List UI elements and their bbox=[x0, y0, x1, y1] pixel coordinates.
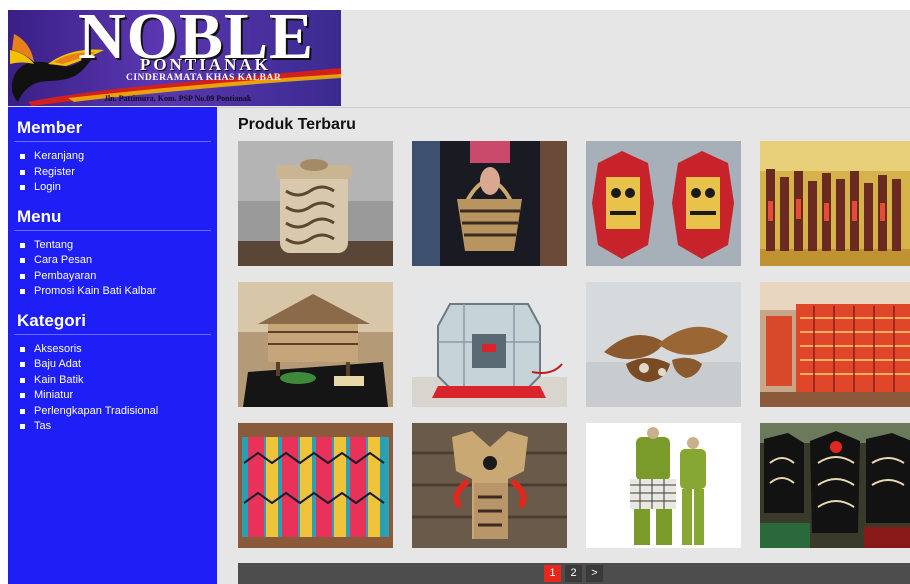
product-image bbox=[412, 423, 567, 548]
sidebar: Member Keranjang Register Login Menu Ten… bbox=[8, 107, 217, 584]
bullet-icon bbox=[20, 408, 25, 414]
sidebar-item-baju-adat[interactable]: Baju Adat bbox=[20, 357, 217, 373]
bullet-icon bbox=[20, 273, 25, 279]
sidebar-item-label[interactable]: Register bbox=[34, 165, 75, 181]
sidebar-item-tas[interactable]: Tas bbox=[20, 419, 217, 435]
product-image bbox=[586, 423, 741, 548]
sidebar-item-miniatur[interactable]: Miniatur bbox=[20, 388, 217, 404]
product-grid bbox=[238, 141, 910, 549]
product-image bbox=[586, 282, 741, 407]
product-image bbox=[586, 141, 741, 266]
product-thumbnail-beaded-vest[interactable] bbox=[412, 423, 567, 548]
bullet-icon bbox=[20, 362, 25, 368]
category-menu: Aksesoris Baju Adat Kain Batik Miniatur … bbox=[8, 342, 217, 435]
sidebar-item-aksesoris[interactable]: Aksesoris bbox=[20, 342, 217, 358]
sidebar-item-cara-pesan[interactable]: Cara Pesan bbox=[20, 253, 217, 269]
logo-address: Jln. Pattimura, Kom. PSP No.09 Pontianak bbox=[104, 94, 252, 103]
logo-tagline: CINDERAMATA KHAS KALBAR bbox=[126, 73, 282, 83]
product-image bbox=[760, 423, 910, 548]
divider bbox=[14, 141, 211, 142]
sidebar-item-label[interactable]: Promosi Kain Bati Kalbar bbox=[34, 284, 156, 300]
sidebar-item-perlengkapan[interactable]: Perlengkapan Tradisional bbox=[20, 404, 217, 420]
sidebar-item-keranjang[interactable]: Keranjang bbox=[20, 149, 217, 165]
product-image bbox=[412, 282, 567, 407]
product-thumbnail-shields[interactable] bbox=[586, 141, 741, 266]
sidebar-item-label[interactable]: Aksesoris bbox=[34, 342, 82, 358]
bullet-icon bbox=[20, 377, 25, 383]
product-image bbox=[238, 141, 393, 266]
product-thumbnail-dayak-costumes[interactable] bbox=[760, 423, 910, 548]
bullet-icon bbox=[20, 424, 25, 430]
bullet-icon bbox=[20, 393, 25, 399]
product-image bbox=[238, 282, 393, 407]
page-title: Produk Terbaru bbox=[238, 116, 356, 133]
bullet-icon bbox=[20, 185, 25, 191]
product-thumbnail-green-outfits[interactable] bbox=[586, 423, 741, 548]
sidebar-item-label[interactable]: Baju Adat bbox=[34, 357, 81, 373]
sidebar-item-label[interactable]: Keranjang bbox=[34, 149, 84, 165]
product-image bbox=[760, 282, 910, 407]
sidebar-item-pembayaran[interactable]: Pembayaran bbox=[20, 269, 217, 285]
sidebar-item-label[interactable]: Kain Batik bbox=[34, 373, 84, 389]
main-divider bbox=[217, 107, 910, 108]
sidebar-item-login[interactable]: Login bbox=[20, 180, 217, 196]
divider bbox=[14, 333, 211, 335]
product-thumbnail-woven-panel[interactable] bbox=[238, 423, 393, 548]
sidebar-heading-kategori: Kategori bbox=[17, 310, 86, 330]
bullet-icon bbox=[20, 258, 25, 264]
sidebar-item-label[interactable]: Tentang bbox=[34, 238, 73, 254]
member-menu: Keranjang Register Login bbox=[8, 149, 217, 196]
next-page-button[interactable]: > bbox=[586, 565, 603, 582]
sidebar-heading-menu: Menu bbox=[17, 206, 62, 226]
page-button-2[interactable]: 2 bbox=[565, 565, 582, 582]
sidebar-item-label[interactable]: Cara Pesan bbox=[34, 253, 92, 269]
sidebar-item-label[interactable]: Login bbox=[34, 180, 61, 196]
product-thumbnail-miniature-house[interactable] bbox=[238, 282, 393, 407]
sidebar-heading-member: Member bbox=[17, 118, 83, 137]
product-thumbnail-fish-carving[interactable] bbox=[586, 282, 741, 407]
site-logo-banner[interactable]: NOBLE PONTIANAK CINDERAMATA KHAS KALBAR … bbox=[8, 10, 341, 106]
product-image bbox=[412, 141, 567, 266]
sidebar-item-promosi[interactable]: Promosi Kain Bati Kalbar bbox=[20, 284, 217, 300]
bullet-icon bbox=[20, 242, 25, 248]
sidebar-item-label[interactable]: Tas bbox=[34, 419, 51, 435]
bullet-icon bbox=[20, 154, 25, 160]
sidebar-item-label[interactable]: Perlengkapan Tradisional bbox=[34, 404, 158, 420]
pagination: 1 2 > bbox=[238, 563, 910, 584]
sidebar-item-tentang[interactable]: Tentang bbox=[20, 238, 217, 254]
product-thumbnail-glass-case[interactable] bbox=[412, 282, 567, 407]
product-thumbnail-handbag[interactable] bbox=[412, 141, 567, 266]
page-button-1[interactable]: 1 bbox=[544, 565, 561, 582]
main-menu: Tentang Cara Pesan Pembayaran Promosi Ka… bbox=[8, 238, 217, 300]
sidebar-item-label[interactable]: Miniatur bbox=[34, 388, 73, 404]
product-thumbnail-basket[interactable] bbox=[238, 141, 393, 266]
sidebar-item-register[interactable]: Register bbox=[20, 165, 217, 181]
page: NOBLE PONTIANAK CINDERAMATA KHAS KALBAR … bbox=[8, 10, 910, 584]
logo-subtitle: PONTIANAK bbox=[140, 55, 271, 74]
sidebar-item-label[interactable]: Pembayaran bbox=[34, 269, 96, 285]
bullet-icon bbox=[20, 289, 25, 295]
bullet-icon bbox=[20, 346, 25, 352]
product-thumbnail-swords[interactable] bbox=[760, 141, 910, 266]
divider bbox=[14, 229, 211, 231]
product-image bbox=[238, 423, 393, 548]
product-thumbnail-songket-cloth[interactable] bbox=[760, 282, 910, 407]
sidebar-item-kain-batik[interactable]: Kain Batik bbox=[20, 373, 217, 389]
bullet-icon bbox=[20, 169, 25, 175]
product-image bbox=[760, 141, 910, 266]
